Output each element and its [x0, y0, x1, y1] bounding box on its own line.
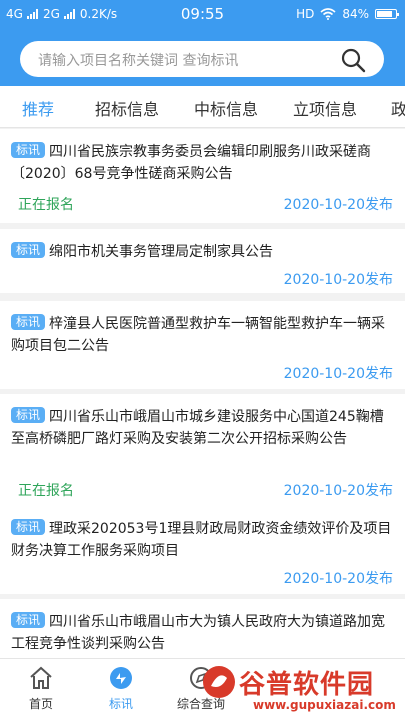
list-item[interactable]: 标讯 四川省民族宗教事务委员会编辑印刷服务川政采磋商〔2020〕68号竞争性磋商采…: [0, 129, 405, 223]
list-item[interactable]: 标讯 四川省乐山市峨眉山市大为镇人民政府大为镇道路加宽工程竞争性谈判采购公告: [0, 599, 405, 658]
search-placeholder: 请输入项目名称关键词 查询标讯: [38, 53, 239, 69]
nav-bid-news[interactable]: 标讯: [86, 665, 156, 712]
item-date: 2020-10-20发布: [283, 571, 393, 587]
battery-icon: [375, 9, 399, 19]
item-date: 2020-10-20发布: [283, 272, 393, 288]
list-item[interactable]: 标讯 四川省乐山市峨眉山市城乡建设服务中心国道245鞠槽至高桥磷肥厂路灯采购及安装…: [0, 394, 405, 509]
search-icon[interactable]: [340, 47, 366, 73]
item-title: 四川省乐山市峨眉山市城乡建设服务中心国道245鞠槽至高桥磷肥厂路灯采购及安装第二…: [11, 409, 384, 447]
item-title: 梓潼县人民医院普通型救护车一辆智能型救护车一辆采购项目包二公告: [11, 316, 386, 354]
bid-badge: 标讯: [11, 142, 46, 158]
tab-recommend[interactable]: 推荐: [22, 96, 54, 120]
wifi-icon: [320, 8, 336, 20]
item-title-wrap: 标讯 理政采202053号1理县财政局财政资金绩效评价及项目财务决算工作服务采购项…: [11, 518, 395, 562]
hd-label: HD: [296, 7, 315, 21]
watermark: 谷普软件园 www.gupuxiazai.com: [195, 658, 405, 720]
watermark-brand: 谷普软件园: [239, 670, 375, 700]
item-title-wrap: 标讯 绵阳市机关事务管理局定制家具公告: [11, 241, 395, 263]
item-status: 正在报名: [18, 483, 74, 499]
status-bar: 4G 2G 0.2K/s 09:55 HD 84%: [0, 0, 405, 30]
list-item[interactable]: 标讯 梓潼县人民医院普通型救护车一辆智能型救护车一辆采购项目包二公告 2020-1…: [0, 301, 405, 389]
tab-project-info[interactable]: 立项信息: [293, 96, 357, 120]
item-title: 四川省民族宗教事务委员会编辑印刷服务川政采磋商〔2020〕68号竞争性磋商采购公…: [11, 144, 372, 182]
battery-fill: [377, 11, 392, 17]
bid-list: 标讯 四川省民族宗教事务委员会编辑印刷服务川政采磋商〔2020〕68号竞争性磋商采…: [0, 129, 405, 658]
tab-award-info[interactable]: 中标信息: [194, 96, 258, 120]
nav-bid-news-label: 标讯: [108, 697, 133, 711]
tab-tender-info[interactable]: 招标信息: [95, 96, 159, 120]
bottom-nav: 首页 标讯 综合查询 谷普软件园 www.gupuxiazai.com: [0, 658, 405, 720]
search-header: 请输入项目名称关键词 查询标讯: [0, 30, 405, 86]
bid-badge: 标讯: [11, 407, 46, 423]
tab-gov[interactable]: 政: [391, 96, 405, 120]
item-title-wrap: 标讯 梓潼县人民医院普通型救护车一辆智能型救护车一辆采购项目包二公告: [11, 313, 395, 357]
watermark-logo-icon: [203, 666, 235, 698]
bid-badge: 标讯: [11, 314, 46, 330]
item-title: 理政采202053号1理县财政局财政资金绩效评价及项目财务决算工作服务采购项目: [11, 521, 392, 559]
item-title: 四川省乐山市峨眉山市大为镇人民政府大为镇道路加宽工程竞争性谈判采购公告: [11, 614, 386, 652]
list-item[interactable]: 标讯 理政采202053号1理县财政局财政资金绩效评价及项目财务决算工作服务采购项…: [0, 506, 405, 594]
list-item[interactable]: 标讯 绵阳市机关事务管理局定制家具公告 2020-10-20发布: [0, 229, 405, 293]
item-date: 2020-10-20发布: [283, 366, 393, 382]
bid-badge: 标讯: [11, 612, 46, 628]
nav-home-label: 首页: [28, 697, 53, 711]
bid-badge: 标讯: [11, 242, 46, 258]
category-tabs: 推荐 招标信息 中标信息 立项信息 政: [0, 86, 405, 128]
bid-badge: 标讯: [11, 519, 46, 535]
home-icon: [30, 666, 52, 689]
watermark-url: www.gupuxiazai.com: [253, 698, 396, 712]
bid-news-icon: [110, 667, 132, 689]
item-title-wrap: 标讯 四川省乐山市峨眉山市大为镇人民政府大为镇道路加宽工程竞争性谈判采购公告: [11, 611, 395, 655]
search-input[interactable]: 请输入项目名称关键词 查询标讯: [20, 41, 384, 77]
item-status: 正在报名: [18, 197, 74, 213]
nav-home[interactable]: 首页: [6, 665, 76, 712]
item-title: 绵阳市机关事务管理局定制家具公告: [49, 244, 274, 260]
battery-percent: 84%: [342, 7, 369, 21]
item-date: 2020-10-20发布: [283, 197, 393, 213]
item-date: 2020-10-20发布: [283, 483, 393, 499]
item-title-wrap: 标讯 四川省民族宗教事务委员会编辑印刷服务川政采磋商〔2020〕68号竞争性磋商采…: [11, 141, 395, 185]
item-title-wrap: 标讯 四川省乐山市峨眉山市城乡建设服务中心国道245鞠槽至高桥磷肥厂路灯采购及安装…: [11, 406, 395, 450]
